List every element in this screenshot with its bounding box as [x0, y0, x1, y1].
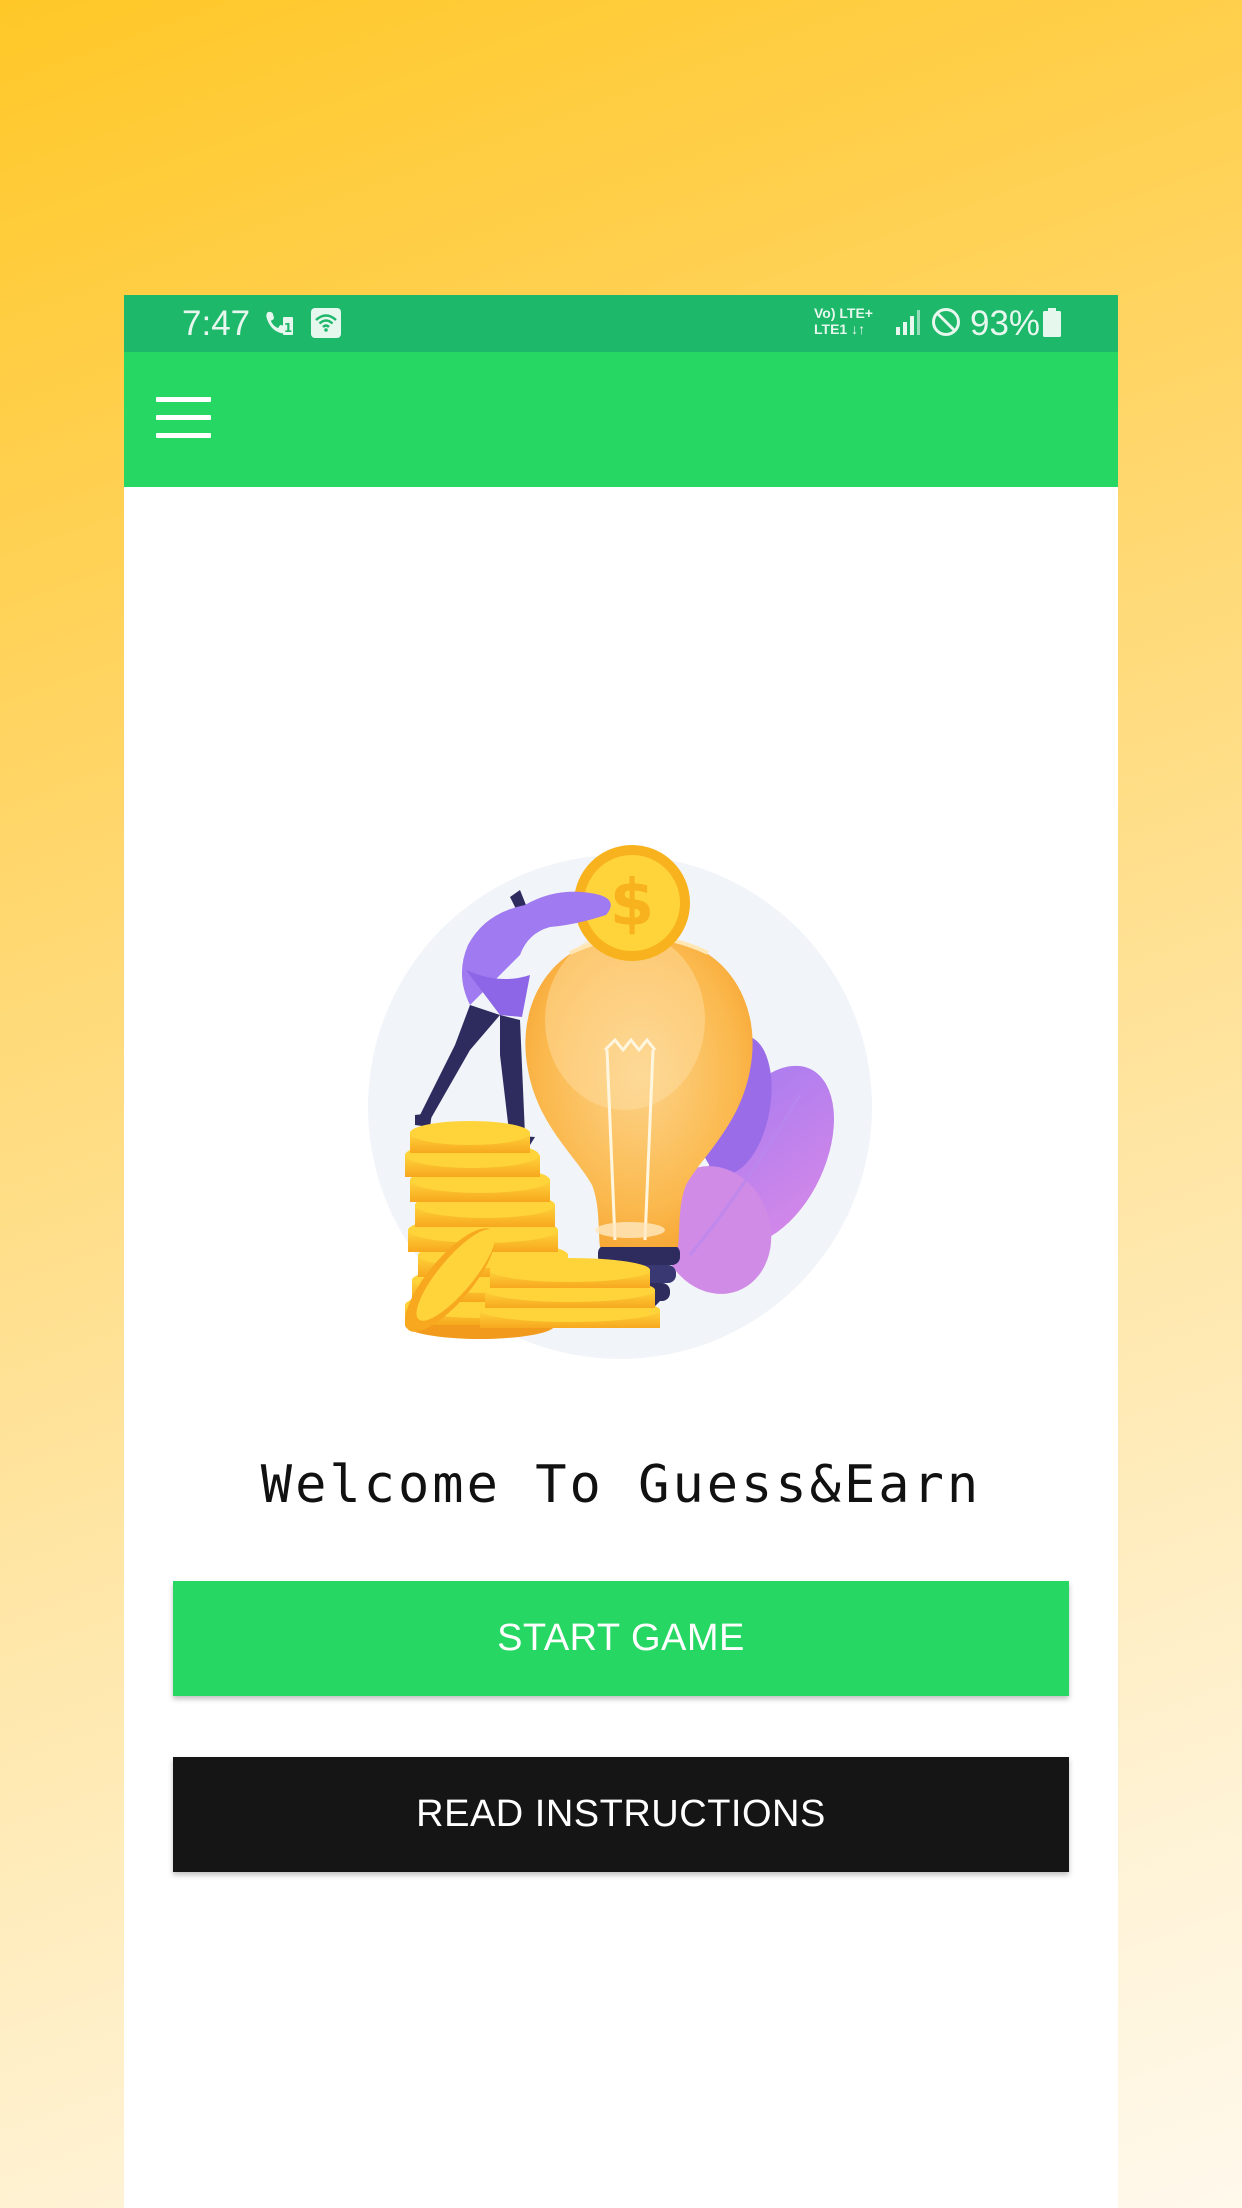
status-time: 7:47: [182, 304, 251, 343]
read-instructions-button[interactable]: READ INSTRUCTIONS: [173, 1757, 1069, 1872]
network-type: Vo) LTE+ LTE1 ↓↑: [814, 305, 873, 337]
app-bar: [124, 352, 1118, 487]
battery-icon: [1042, 308, 1062, 343]
phone-screen: 7:47 1 Vo) LTE+ LTE1 ↓↑ 93% $ Welcome To…: [124, 295, 1118, 2208]
lightbulb-coins-illustration: $: [360, 835, 880, 1365]
svg-text:1: 1: [284, 321, 292, 335]
call-icon: 1: [264, 309, 294, 342]
hamburger-menu-icon[interactable]: [156, 397, 216, 443]
wifi-calling-icon: [310, 307, 342, 344]
status-bar: 7:47 1 Vo) LTE+ LTE1 ↓↑ 93%: [124, 295, 1118, 352]
svg-text:$: $: [610, 867, 655, 941]
start-game-button[interactable]: START GAME: [173, 1581, 1069, 1696]
signal-icon: [894, 309, 922, 342]
battery-percentage: 93%: [970, 304, 1041, 343]
welcome-title: Welcome To Guess&Earn: [260, 1455, 982, 1515]
do-not-disturb-icon: [930, 306, 962, 343]
